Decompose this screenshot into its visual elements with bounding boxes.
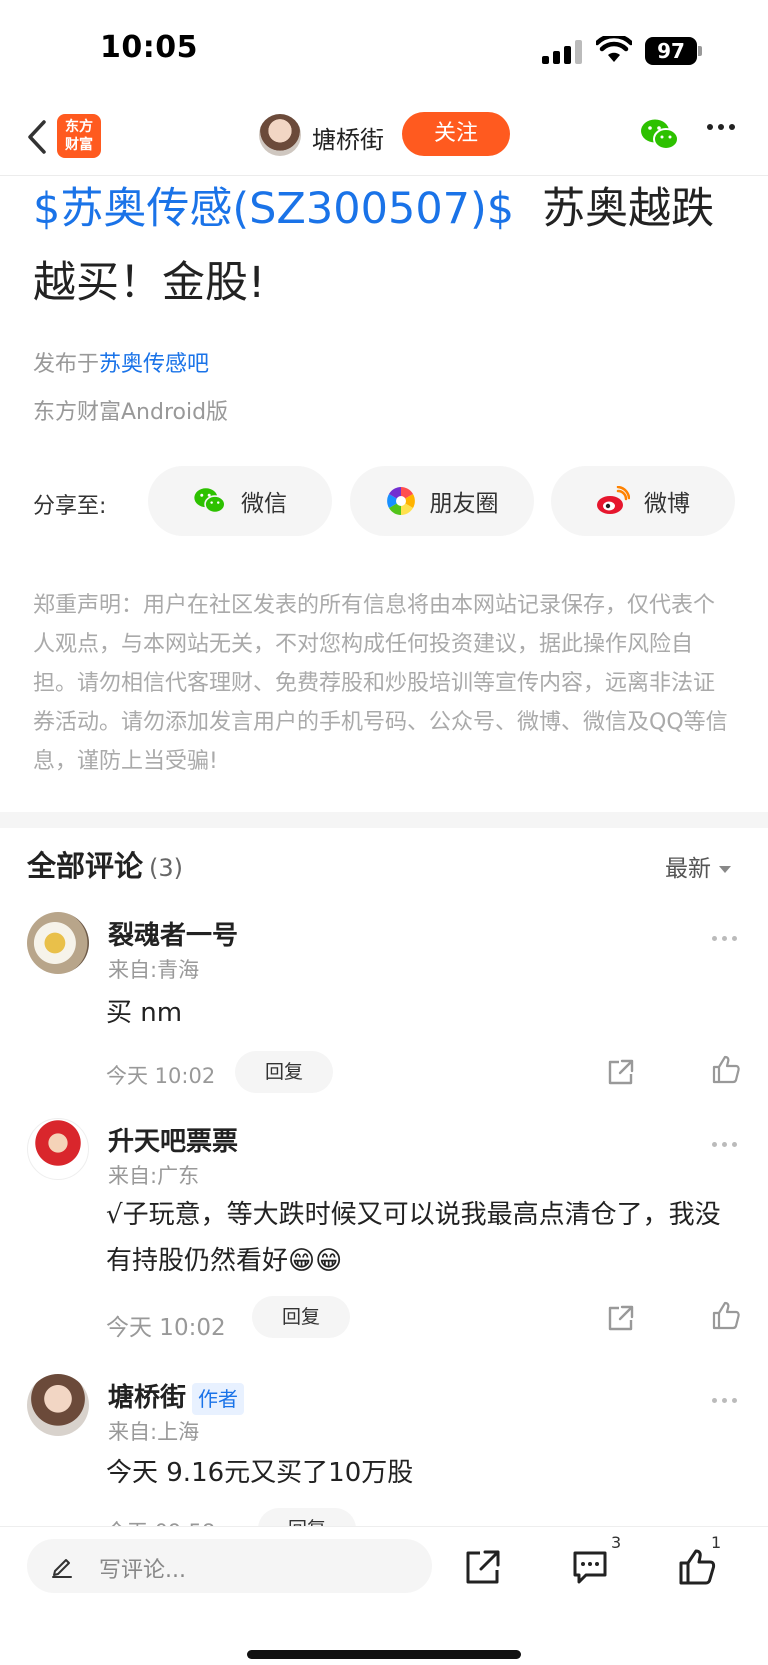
pen-icon	[52, 1559, 72, 1578]
caret-down-icon	[719, 866, 731, 873]
share-moments-button[interactable]: 朋友圈	[350, 466, 534, 536]
comment-text: 买 nm	[106, 998, 183, 1028]
sort-label: 最新	[665, 856, 711, 882]
comment-text: 今天 9.16元又买了10万股	[106, 1458, 414, 1488]
commenter-location: 来自:广东	[108, 1164, 200, 1188]
comments-title: 全部评论	[27, 849, 144, 883]
more-options-icon[interactable]	[707, 124, 737, 134]
app-logo[interactable]: 东方 财富	[57, 114, 101, 158]
comment-count: 3	[611, 1533, 622, 1552]
wechat-icon	[194, 488, 226, 514]
author-avatar[interactable]	[259, 114, 301, 156]
comment-more-icon[interactable]	[712, 1398, 740, 1404]
commenter-name[interactable]: 裂魂者一号	[108, 915, 238, 952]
post-platform: 东方财富Android版	[33, 400, 229, 425]
back-icon[interactable]	[22, 114, 52, 160]
share-weibo-button[interactable]: 微博	[551, 466, 735, 536]
thumbs-up-icon[interactable]	[710, 1300, 742, 1332]
commenter-avatar[interactable]	[27, 912, 89, 974]
commenter-avatar[interactable]	[27, 1118, 89, 1180]
disclaimer: 郑重声明：用户在社区发表的所有信息将由本网站记录保存，仅代表个人观点，与本网站无…	[33, 593, 728, 774]
stock-link[interactable]: $苏奥传感(SZ300507)$	[33, 184, 514, 234]
reply-button[interactable]: 回复	[235, 1051, 333, 1093]
reply-button[interactable]: 回复	[252, 1296, 350, 1338]
comments-count: (3)	[149, 854, 184, 882]
commenter-location: 来自:青海	[108, 958, 200, 982]
section-divider	[0, 812, 768, 828]
battery-tip	[698, 46, 702, 56]
comment-time: 今天 10:02	[106, 1064, 216, 1088]
commenter-location: 来自:上海	[108, 1420, 200, 1444]
battery-indicator: 97	[645, 37, 697, 65]
follow-button[interactable]: 关注	[402, 112, 510, 156]
comment-placeholder: 写评论...	[99, 1558, 186, 1583]
share-wechat-button[interactable]: 微信	[148, 466, 332, 536]
share-moments-label: 朋友圈	[429, 491, 499, 517]
logo-line-2: 财富	[65, 137, 93, 153]
share-weibo-label: 微博	[644, 491, 690, 517]
comment-text: √子玩意，等大跌时候又可以说我最高点清仓了，我没有持股仍然看好😁😁	[106, 1200, 721, 1276]
comment-more-icon[interactable]	[712, 936, 740, 942]
nav-bar: 东方 财富 塘桥街 关注	[0, 100, 768, 176]
commenter-name[interactable]: 升天吧票票	[108, 1121, 238, 1158]
commenter-avatar[interactable]	[27, 1374, 89, 1436]
stock-bar-link[interactable]: 苏奥传感吧	[99, 352, 209, 377]
commenter-name[interactable]: 塘桥街 作者	[108, 1377, 245, 1415]
published-prefix: 发布于	[33, 352, 100, 377]
author-name[interactable]: 塘桥街	[312, 120, 384, 155]
comment-bubble-icon[interactable]	[570, 1547, 610, 1587]
wechat-share-icon[interactable]	[640, 118, 680, 152]
post-title: $苏奥传感(SZ300507)$ 苏奥越跌越买！金股!	[33, 172, 743, 320]
share-icon[interactable]	[605, 1056, 637, 1088]
signal-icon	[542, 40, 584, 64]
share-label: 分享至:	[33, 494, 107, 519]
comments-header: 全部评论 (3)	[27, 843, 183, 885]
commenter-name-text: 塘桥街	[108, 1383, 187, 1413]
weibo-icon	[597, 486, 630, 514]
comment-more-icon[interactable]	[712, 1142, 740, 1148]
moments-icon	[386, 487, 415, 515]
home-indicator	[247, 1650, 521, 1659]
like-count: 1	[711, 1533, 722, 1552]
wifi-icon	[596, 36, 632, 62]
thumbs-up-icon[interactable]	[677, 1547, 717, 1587]
comment-time: 今天 10:02	[106, 1315, 226, 1341]
status-bar: 10:05 97	[0, 0, 768, 100]
status-time: 10:05	[100, 30, 198, 65]
thumbs-up-icon[interactable]	[710, 1054, 742, 1086]
share-wechat-label: 微信	[241, 491, 287, 517]
published-info: 发布于苏奥传感吧	[33, 346, 209, 378]
author-badge: 作者	[192, 1382, 245, 1415]
write-comment-input[interactable]: 写评论...	[27, 1539, 432, 1593]
bottom-bar: 写评论... 3 1	[0, 1526, 768, 1665]
share-icon[interactable]	[463, 1547, 503, 1587]
share-icon[interactable]	[605, 1302, 637, 1334]
logo-line-1: 东方	[65, 119, 93, 135]
sort-dropdown[interactable]: 最新	[665, 849, 731, 883]
